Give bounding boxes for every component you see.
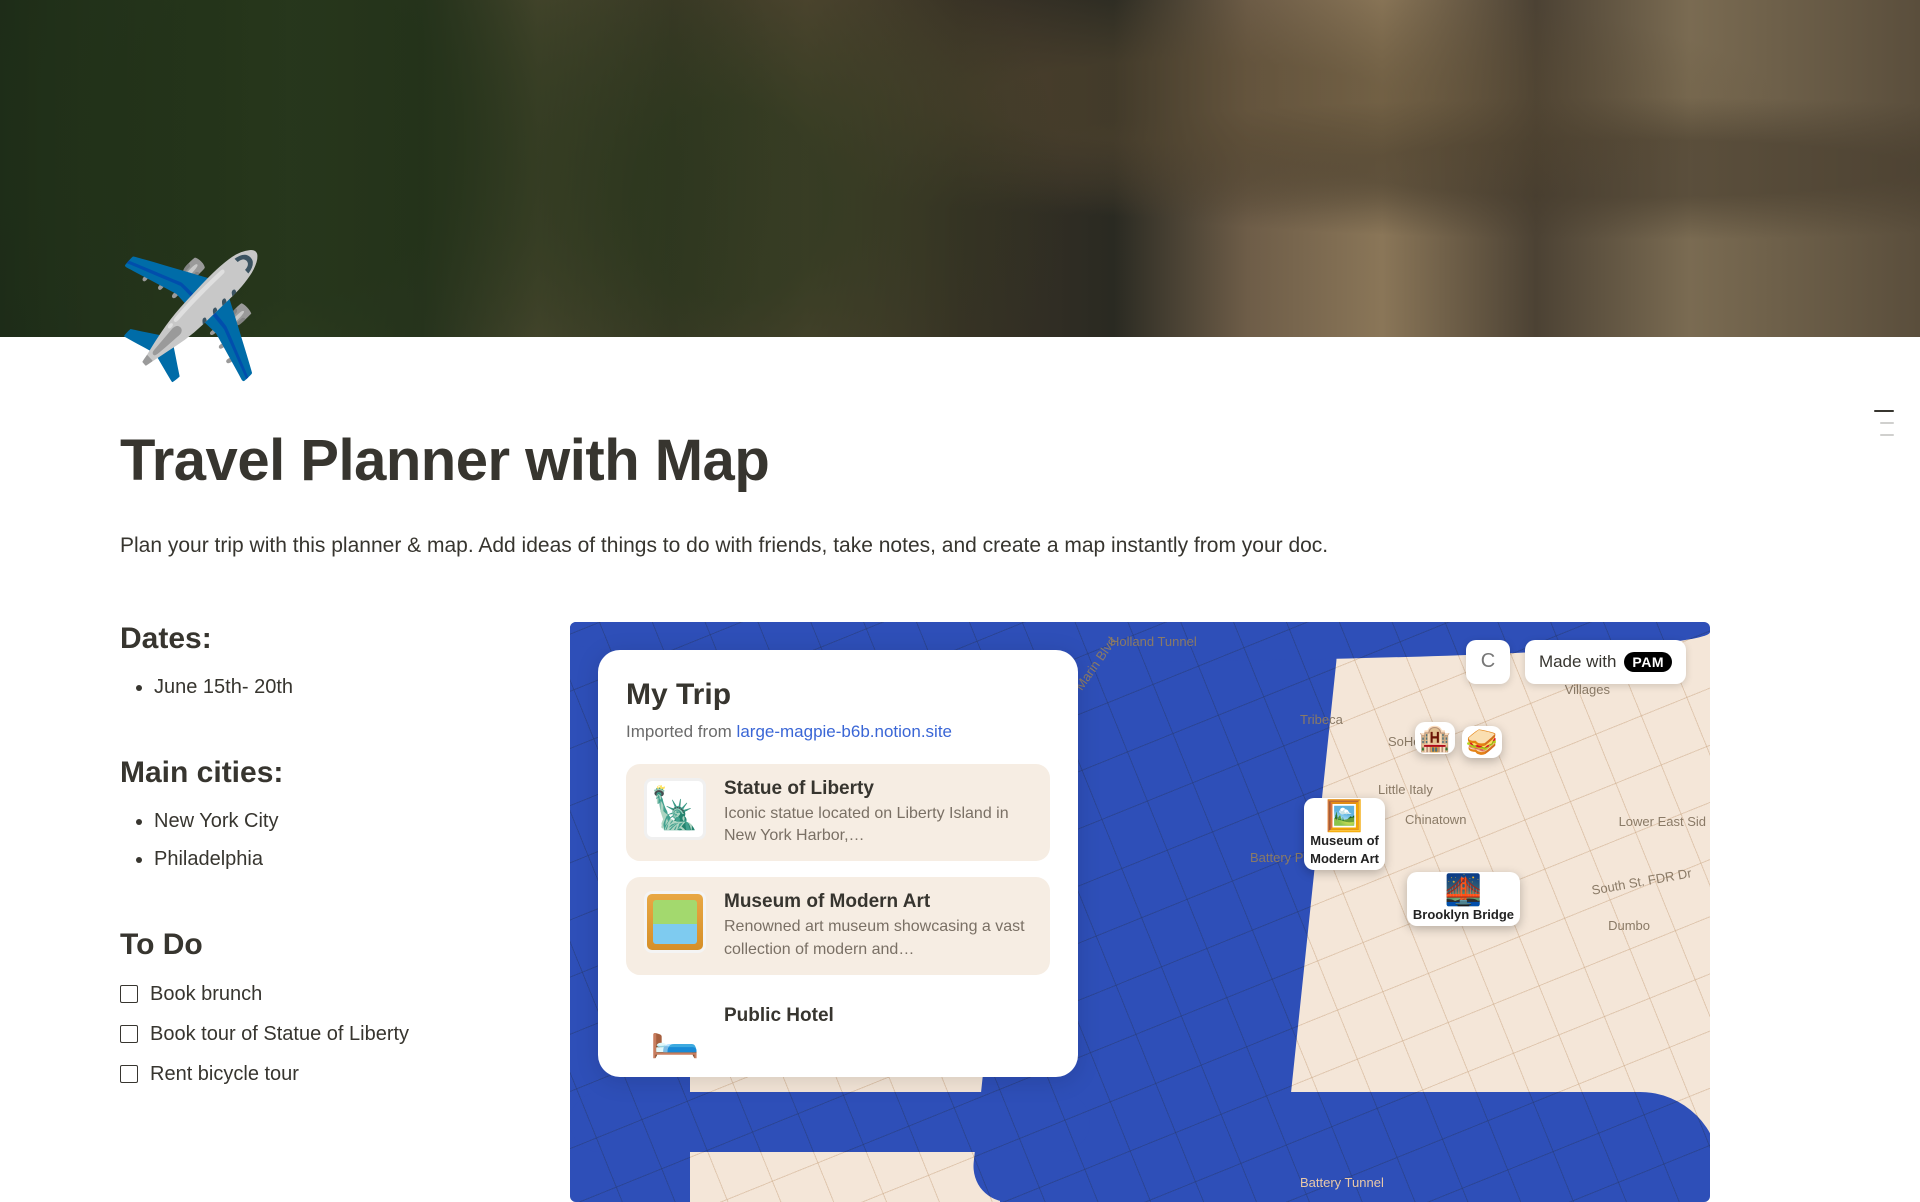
imported-prefix: Imported from: [626, 722, 737, 741]
trip-item-desc: Iconic statue located on Liberty Island …: [724, 803, 1032, 848]
hotel-icon: 🏨: [1419, 725, 1451, 751]
outline-tick-icon: [1880, 422, 1894, 424]
trip-item-desc: Renowned art museum showcasing a vast co…: [724, 916, 1032, 961]
todo-label: Book brunch: [150, 974, 262, 1014]
bridge-icon: 🌉: [1413, 876, 1514, 906]
statue-of-liberty-icon: 🗽: [644, 778, 706, 840]
list-item[interactable]: June 15th- 20th: [154, 668, 520, 706]
trip-title: My Trip: [626, 678, 1050, 712]
map-area-label: Chinatown: [1405, 812, 1466, 827]
todo-item[interactable]: Book tour of Statue of Liberty: [120, 1014, 520, 1054]
map-area-label: Holland Tunnel: [1110, 634, 1197, 649]
map-area-label: Battery Tunnel: [1300, 1175, 1384, 1190]
page-title[interactable]: Travel Planner with Map: [120, 337, 1680, 494]
imported-line: Imported from large-magpie-b6b.notion.si…: [626, 722, 1050, 742]
todo-item[interactable]: Rent bicycle tour: [120, 1054, 520, 1094]
checkbox-icon[interactable]: [120, 1025, 138, 1043]
pam-logo-icon: PAM: [1624, 652, 1672, 672]
map-area-label: Little Italy: [1378, 782, 1433, 797]
dates-heading[interactable]: Dates:: [120, 622, 520, 656]
trip-item-title: Public Hotel: [724, 1005, 1032, 1027]
cities-list: New York City Philadelphia: [120, 802, 520, 878]
trip-item-title: Museum of Modern Art: [724, 891, 1032, 913]
map-area-label: Villages: [1565, 682, 1610, 697]
pin-label: Brooklyn Bridge: [1413, 907, 1514, 922]
dates-list: June 15th- 20th: [120, 668, 520, 706]
trip-item[interactable]: 🛏️ Public Hotel: [626, 991, 1050, 1067]
left-column: Dates: June 15th- 20th Main cities: New …: [120, 622, 520, 1202]
map-area-label: Dumbo: [1608, 918, 1650, 933]
checkbox-icon[interactable]: [120, 1065, 138, 1083]
map-pin-brooklyn-bridge[interactable]: 🌉 Brooklyn Bridge: [1407, 872, 1520, 926]
imported-link[interactable]: large-magpie-b6b.notion.site: [737, 722, 952, 741]
map-pin-moma[interactable]: 🖼️ Museum ofModern Art: [1304, 798, 1385, 870]
made-with-label: Made with: [1539, 652, 1616, 672]
page-description[interactable]: Plan your trip with this planner & map. …: [120, 530, 1680, 562]
trip-item[interactable]: Museum of Modern Art Renowned art museum…: [626, 877, 1050, 975]
todo-list: Book brunch Book tour of Statue of Liber…: [120, 974, 520, 1094]
trip-panel[interactable]: My Trip Imported from large-magpie-b6b.n…: [598, 650, 1078, 1078]
todo-heading[interactable]: To Do: [120, 928, 520, 962]
map-pin-hotel[interactable]: 🏨: [1415, 722, 1455, 754]
outline-tick-icon: [1874, 410, 1894, 412]
page-emoji-icon[interactable]: ✈️: [116, 257, 265, 377]
sandwich-icon: 🥪: [1466, 729, 1498, 755]
picture-frame-icon: 🖼️: [1310, 802, 1379, 832]
list-item[interactable]: Philadelphia: [154, 840, 520, 878]
list-item[interactable]: New York City: [154, 802, 520, 840]
made-with-badge[interactable]: Made with PAM: [1525, 640, 1686, 684]
cover-image: [0, 0, 1920, 337]
map-user-badge[interactable]: C: [1466, 640, 1510, 684]
cities-heading[interactable]: Main cities:: [120, 756, 520, 790]
hotel-icon: 🛏️: [644, 1005, 706, 1067]
map-pin-food[interactable]: 🥪: [1462, 726, 1502, 758]
map-embed[interactable]: Holland Tunnel Marin Blvd City Tribeca S…: [570, 622, 1710, 1202]
todo-label: Book tour of Statue of Liberty: [150, 1014, 409, 1054]
todo-label: Rent bicycle tour: [150, 1054, 299, 1094]
map-area-label: Tribeca: [1300, 712, 1343, 727]
checkbox-icon[interactable]: [120, 985, 138, 1003]
mini-outline[interactable]: [1874, 410, 1898, 436]
map-area-label: Lower East Sid: [1619, 814, 1706, 829]
outline-tick-icon: [1880, 434, 1894, 436]
right-column: Holland Tunnel Marin Blvd City Tribeca S…: [570, 622, 1680, 1202]
trip-item-title: Statue of Liberty: [724, 778, 1032, 800]
pin-label: Museum ofModern Art: [1310, 833, 1379, 866]
art-museum-icon: [644, 891, 706, 953]
todo-item[interactable]: Book brunch: [120, 974, 520, 1014]
trip-item[interactable]: 🗽 Statue of Liberty Iconic statue locate…: [626, 764, 1050, 862]
